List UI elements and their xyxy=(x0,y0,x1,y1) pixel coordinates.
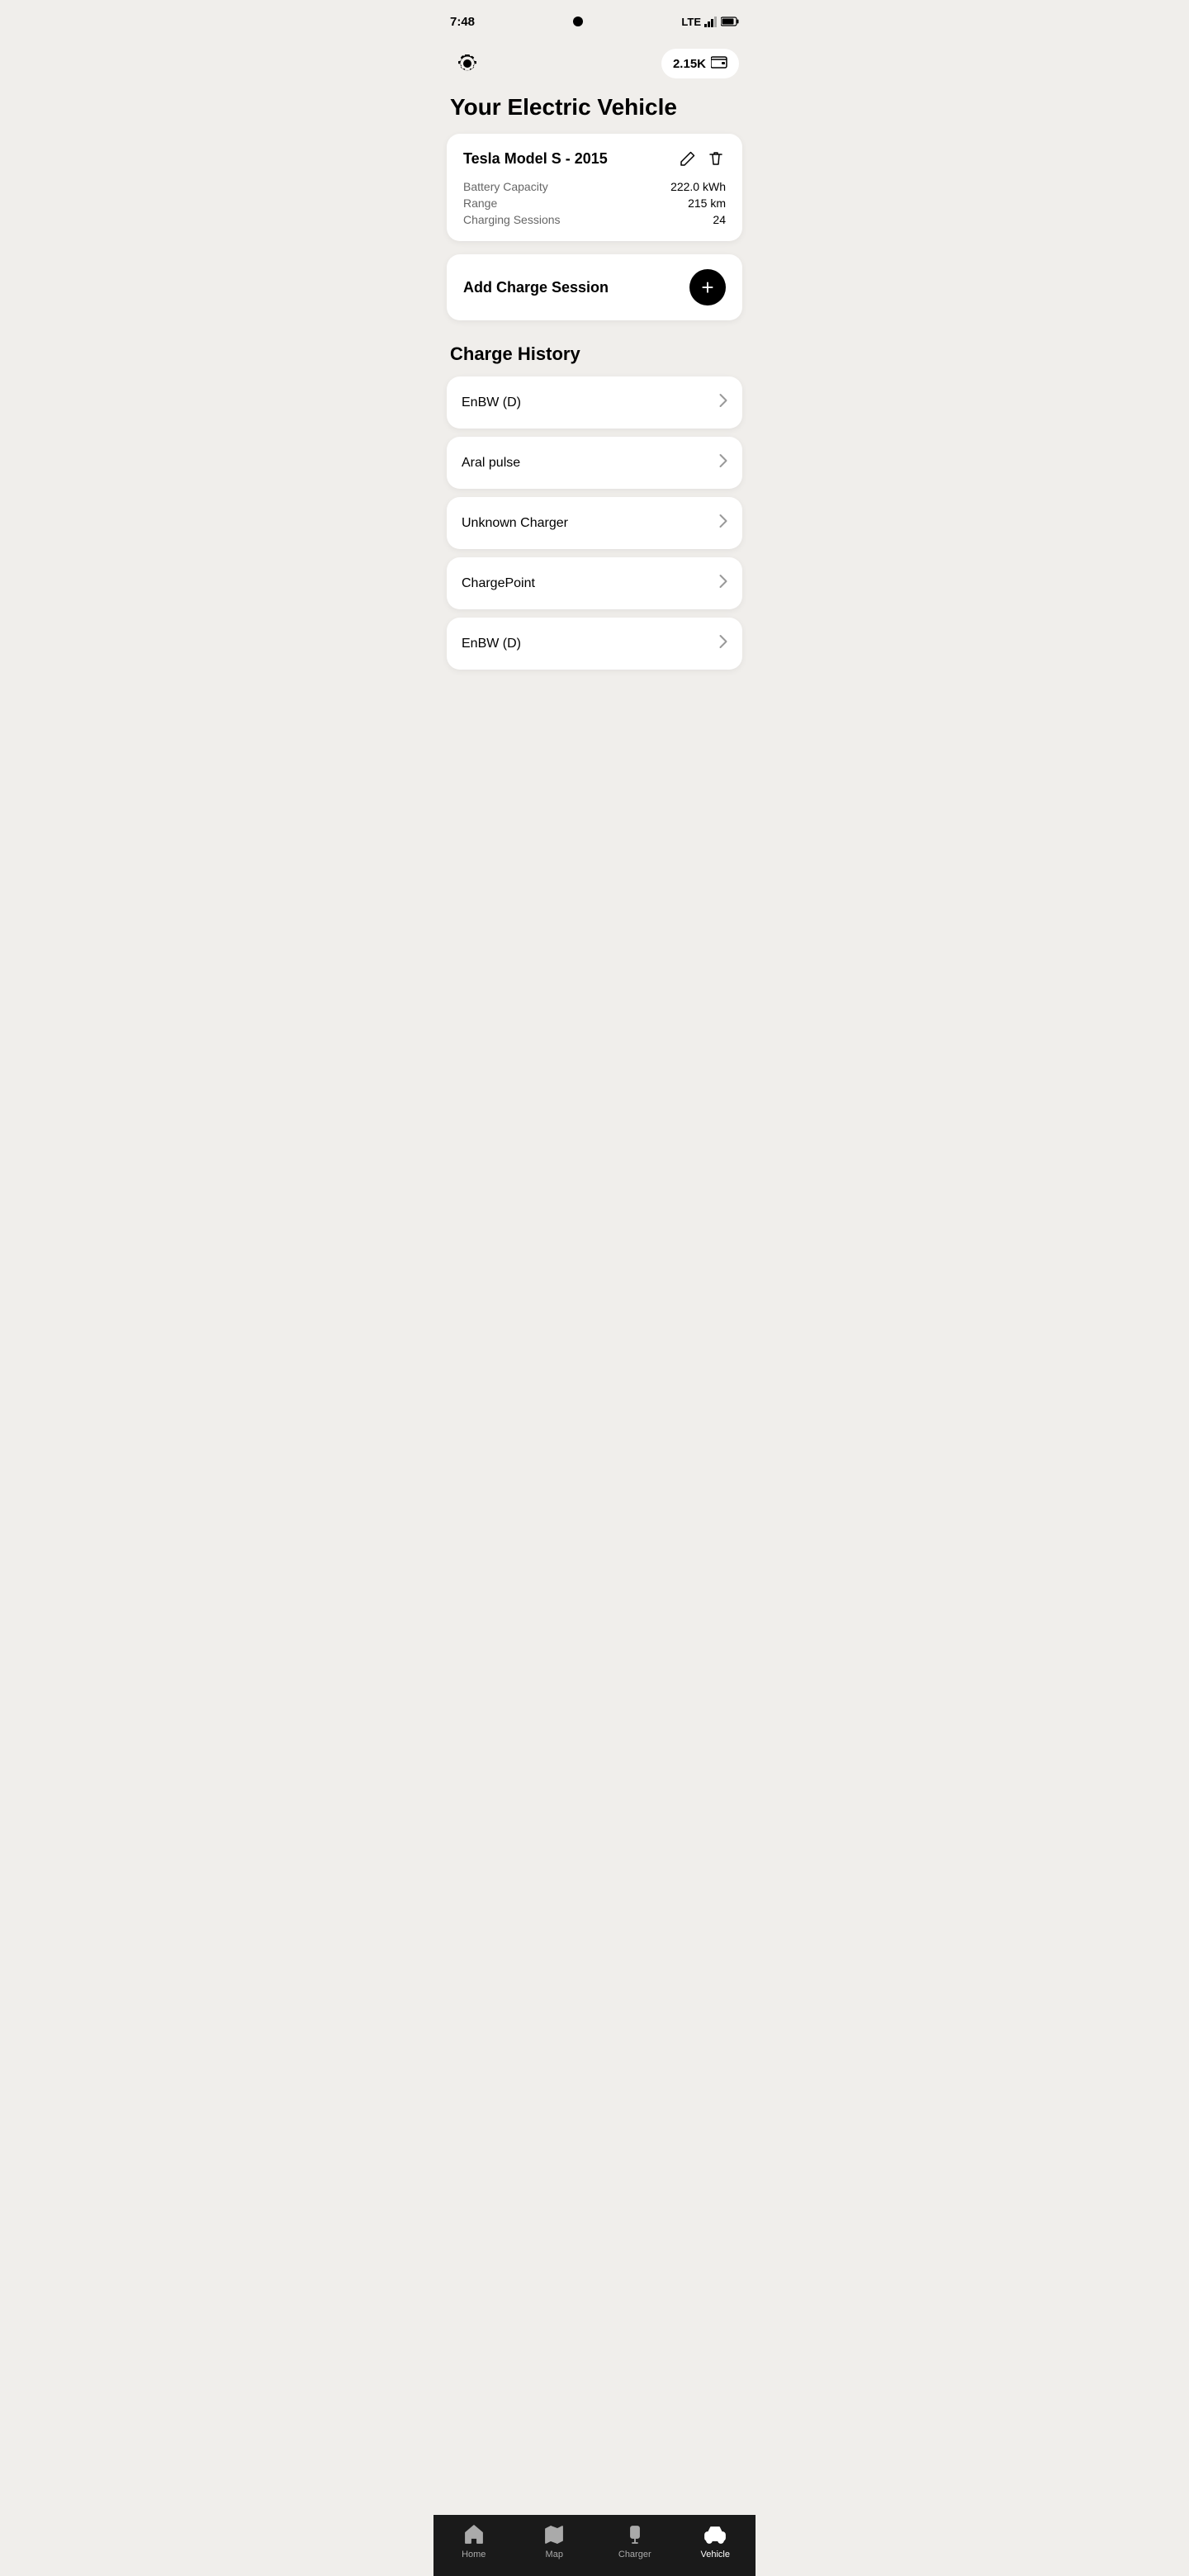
signal-icon xyxy=(704,16,718,27)
history-item[interactable]: EnBW (D) xyxy=(447,618,742,670)
range-row: Range 215 km xyxy=(463,197,726,210)
charging-sessions-value: 24 xyxy=(713,213,726,226)
wallet-amount: 2.15K xyxy=(673,57,706,71)
status-center xyxy=(573,17,583,26)
delete-vehicle-button[interactable] xyxy=(706,149,726,168)
history-item[interactable]: Aral pulse xyxy=(447,437,742,489)
trash-icon xyxy=(708,150,724,167)
wallet-icon xyxy=(711,55,727,72)
camera-dot xyxy=(573,17,583,26)
map-nav-icon xyxy=(542,2523,566,2546)
history-item[interactable]: Unknown Charger xyxy=(447,497,742,549)
lte-indicator: LTE xyxy=(681,16,701,28)
battery-capacity-label: Battery Capacity xyxy=(463,180,548,193)
page-title: Your Electric Vehicle xyxy=(447,94,742,121)
edit-vehicle-button[interactable] xyxy=(678,149,698,168)
wallet-button[interactable]: 2.15K xyxy=(661,49,739,78)
history-item-label: Aral pulse xyxy=(462,456,520,471)
status-time: 7:48 xyxy=(450,15,475,29)
charger-nav-icon xyxy=(623,2523,647,2546)
charge-history-title: Charge History xyxy=(447,343,742,365)
vehicle-stats: Battery Capacity 222.0 kWh Range 215 km … xyxy=(463,180,726,226)
add-session-label: Add Charge Session xyxy=(463,279,609,296)
home-nav-icon xyxy=(462,2523,486,2546)
chevron-right-icon xyxy=(719,574,727,593)
history-item-label: EnBW (D) xyxy=(462,395,521,410)
vehicle-actions xyxy=(678,149,726,168)
nav-item-map[interactable]: Map xyxy=(528,2523,580,2559)
gear-icon xyxy=(456,52,479,75)
chevron-right-icon xyxy=(719,453,727,472)
vehicle-nav-icon xyxy=(703,2523,727,2546)
vehicle-card-header: Tesla Model S - 2015 xyxy=(463,149,726,168)
battery-capacity-row: Battery Capacity 222.0 kWh xyxy=(463,180,726,193)
history-item-label: ChargePoint xyxy=(462,576,535,591)
nav-label-vehicle: Vehicle xyxy=(701,2550,730,2559)
chevron-right-icon xyxy=(719,393,727,412)
nav-label-charger: Charger xyxy=(618,2550,651,2559)
edit-icon xyxy=(680,150,696,167)
bottom-nav: Home Map Charger Vehicle xyxy=(433,2515,756,2576)
range-label: Range xyxy=(463,197,497,210)
nav-item-charger[interactable]: Charger xyxy=(609,2523,661,2559)
nav-item-home[interactable]: Home xyxy=(448,2523,500,2559)
nav-item-vehicle[interactable]: Vehicle xyxy=(689,2523,741,2559)
plus-icon: + xyxy=(701,277,713,298)
main-content: Your Electric Vehicle Tesla Model S - 20… xyxy=(433,94,756,744)
vehicle-name: Tesla Model S - 2015 xyxy=(463,150,608,168)
add-session-card[interactable]: Add Charge Session + xyxy=(447,254,742,320)
charge-history-list: EnBW (D) Aral pulse Unknown Charger Ch xyxy=(447,376,742,670)
history-item-label: EnBW (D) xyxy=(462,637,521,651)
chevron-right-icon xyxy=(719,514,727,533)
chevron-right-icon xyxy=(719,634,727,653)
add-session-button[interactable]: + xyxy=(689,269,726,305)
battery-icon xyxy=(721,17,739,26)
charging-sessions-row: Charging Sessions 24 xyxy=(463,213,726,226)
range-value: 215 km xyxy=(688,197,726,210)
top-bar: 2.15K xyxy=(433,40,756,94)
history-item[interactable]: EnBW (D) xyxy=(447,376,742,429)
history-item-label: Unknown Charger xyxy=(462,516,568,531)
status-bar: 7:48 LTE xyxy=(433,0,756,40)
status-right: LTE xyxy=(681,16,739,28)
settings-button[interactable] xyxy=(450,46,485,81)
charging-sessions-label: Charging Sessions xyxy=(463,213,561,226)
history-item[interactable]: ChargePoint xyxy=(447,557,742,609)
vehicle-card: Tesla Model S - 2015 Battery Capacity 22… xyxy=(447,134,742,241)
battery-capacity-value: 222.0 kWh xyxy=(670,180,726,193)
nav-label-map: Map xyxy=(546,2550,563,2559)
nav-label-home: Home xyxy=(462,2550,486,2559)
